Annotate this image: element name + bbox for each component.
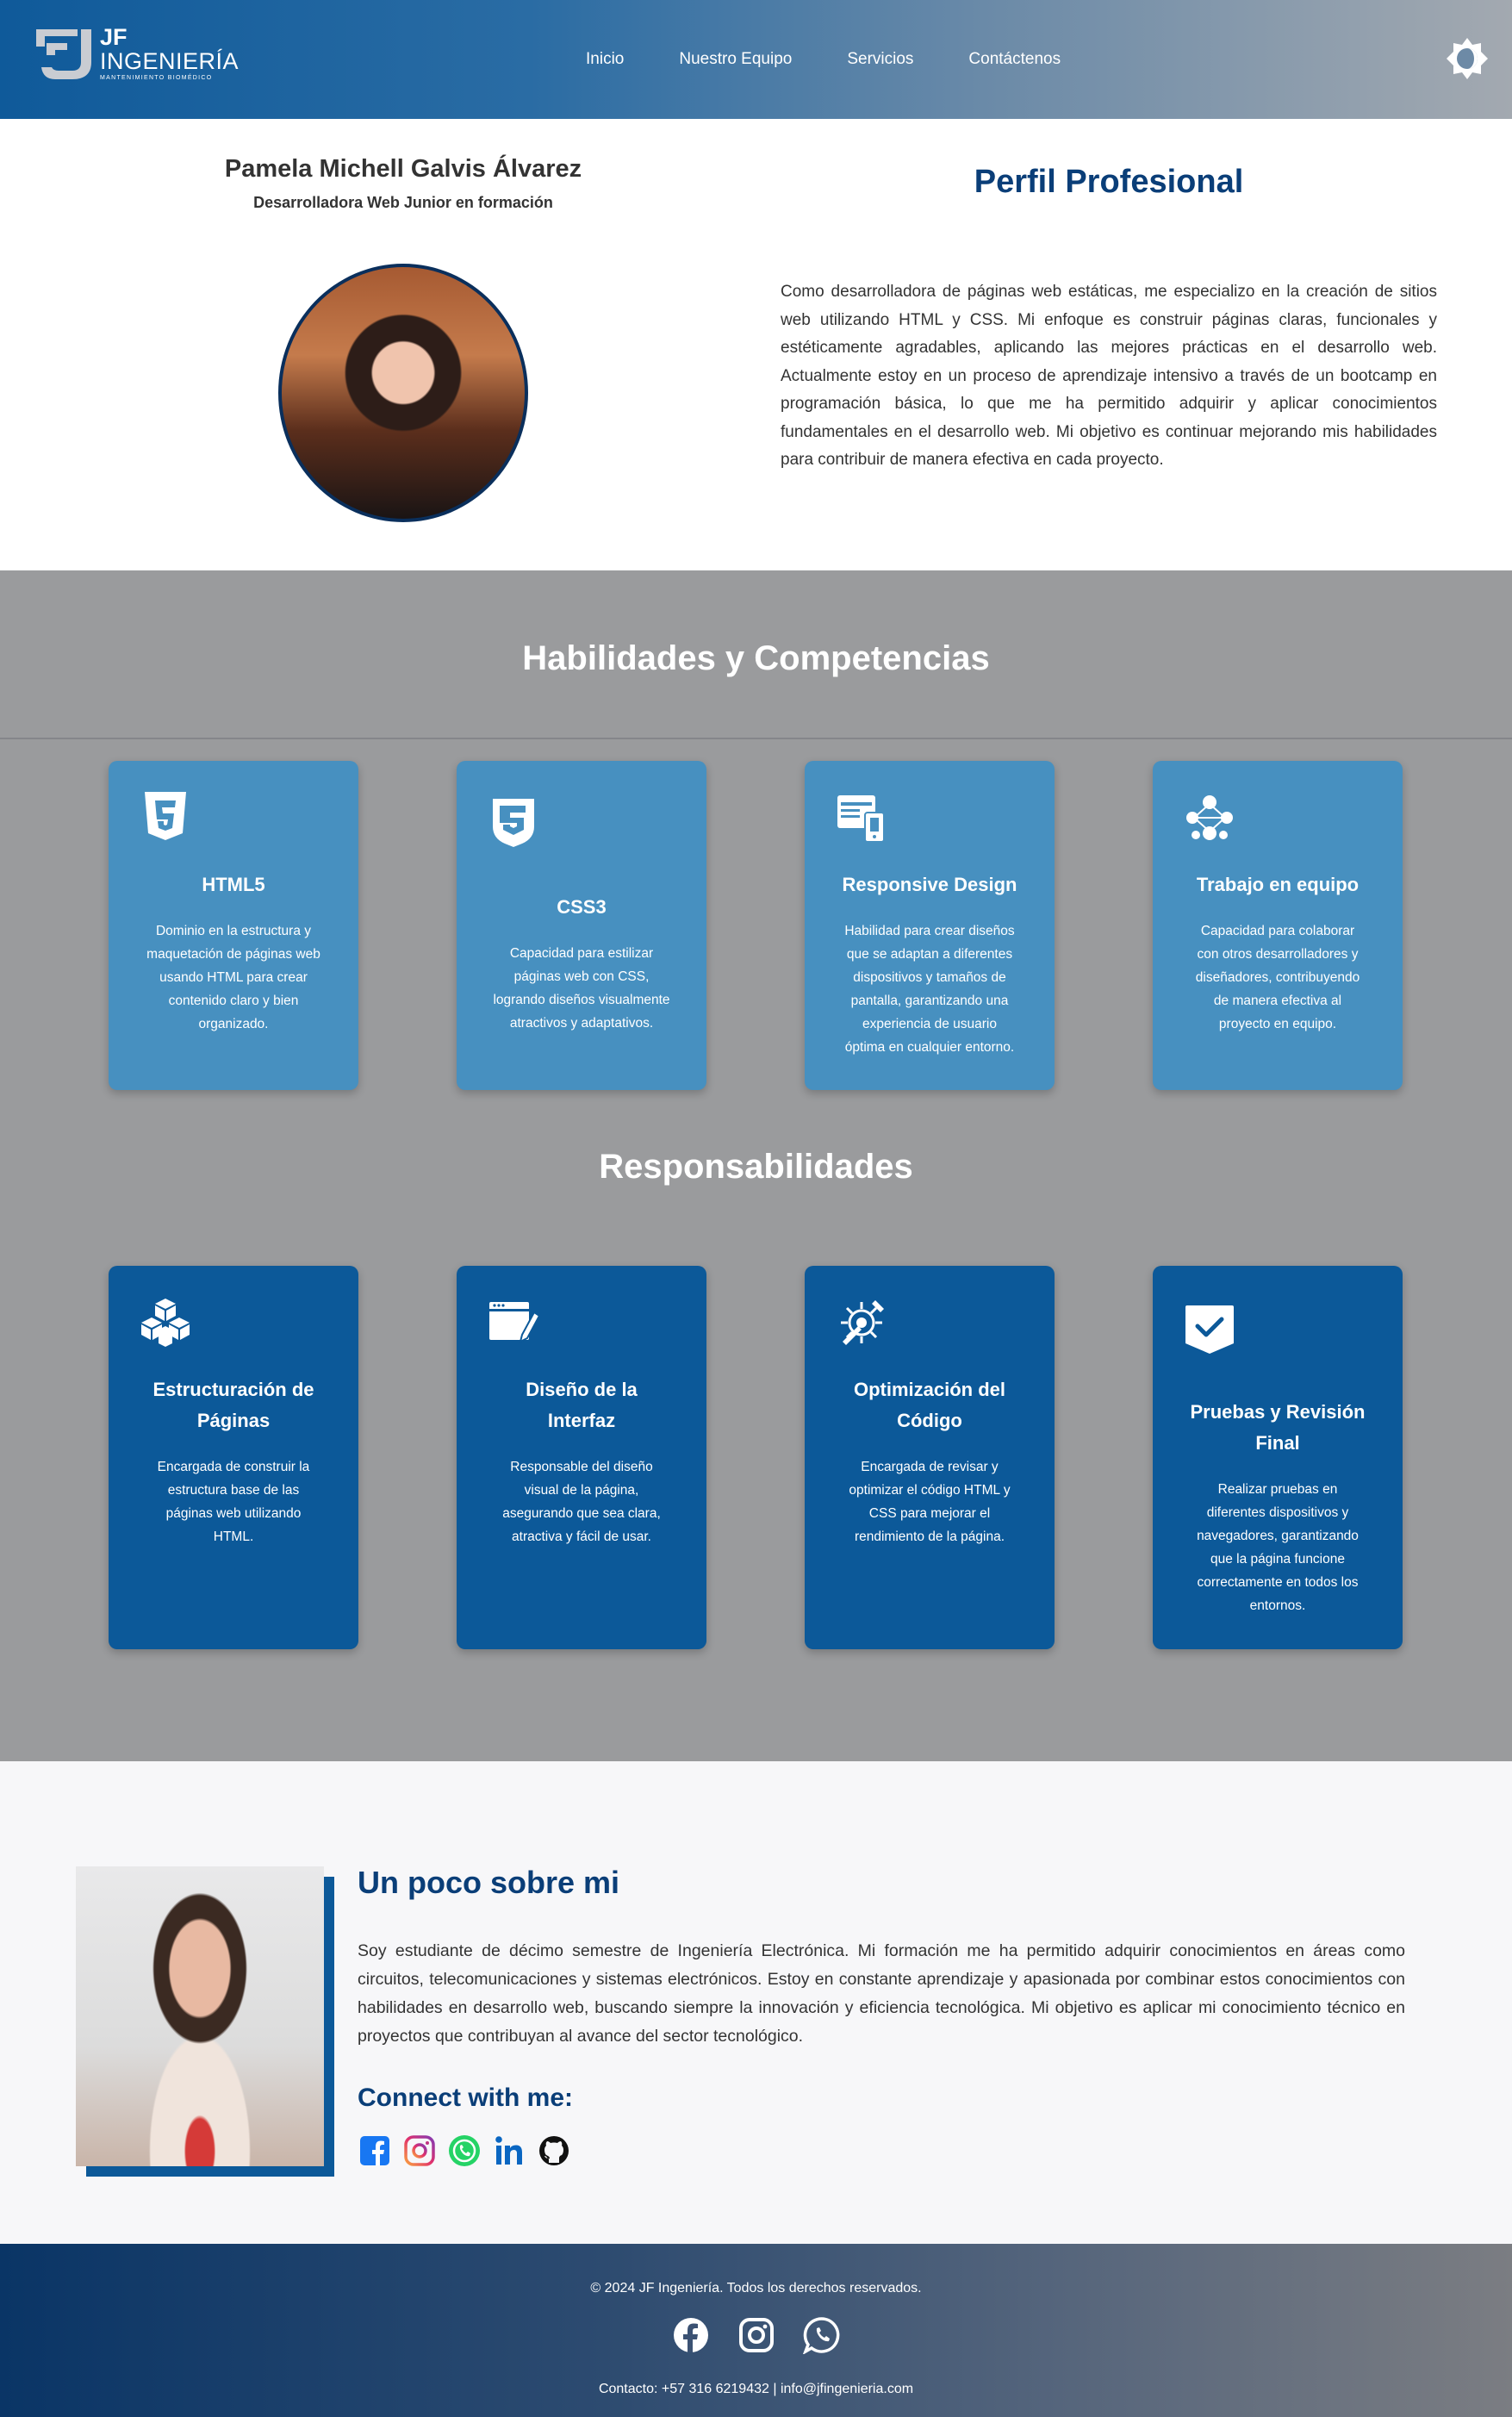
skill-card-html5: HTML5 Dominio en la estructura y maqueta… — [109, 761, 358, 1090]
skill-title: HTML5 — [202, 874, 265, 895]
footer-social — [0, 2316, 1512, 2354]
html5-icon — [145, 792, 186, 840]
resp-title: Diseño de la Interfaz — [526, 1379, 638, 1431]
github-icon[interactable] — [537, 2134, 571, 2168]
team-network-icon — [1186, 795, 1233, 840]
resp-card-optimization: Optimización del Código Encargada de rev… — [805, 1266, 1055, 1649]
skill-card-css3: CSS3 Capacidad para estilizar páginas we… — [457, 761, 706, 1090]
brightness-contrast-icon[interactable] — [1445, 36, 1490, 81]
skills-title: Habilidades y Competencias — [522, 639, 990, 677]
nav-contactenos[interactable]: Contáctenos — [968, 50, 1061, 69]
jf-logo-icon — [36, 29, 91, 79]
contact-info: Contacto: +57 316 6219432 | info@jfingen… — [598, 2382, 914, 2396]
section-divider — [0, 738, 1512, 739]
site-footer: © 2024 JF Ingeniería. Todos los derechos… — [0, 2244, 1512, 2417]
whatsapp-icon[interactable] — [802, 2316, 841, 2354]
skill-card-responsive: Responsive Design Habilidad para crear d… — [805, 761, 1055, 1090]
facebook-icon[interactable] — [358, 2134, 392, 2168]
skill-title: Trabajo en equipo — [1196, 874, 1360, 895]
about-section: Un poco sobre mi Soy estudiante de décim… — [0, 1761, 1512, 2244]
site-header: JF INGENIERÍA MANTENIMIENTO BIOMÉDICO In… — [0, 0, 1512, 119]
instagram-icon[interactable] — [402, 2134, 437, 2168]
resp-title: Estructuración de Páginas — [152, 1379, 314, 1431]
main-nav: Inicio Nuestro Equipo Servicios Contácte… — [586, 0, 1116, 119]
resp-desc: Responsable del diseño visual de la pági… — [502, 1460, 661, 1544]
copyright: © 2024 JF Ingeniería. Todos los derechos… — [590, 2281, 922, 2296]
about-photo — [76, 1866, 334, 2177]
skills-section: Habilidades y Competencias HTML5 Dominio… — [0, 570, 1512, 1761]
resp-card-testing: Pruebas y Revisión Final Realizar prueba… — [1153, 1266, 1403, 1649]
responsive-devices-icon — [837, 795, 885, 843]
skill-desc: Capacidad para colaborar con otros desar… — [1195, 924, 1360, 1031]
profile-section: Pamela Michell Galvis Álvarez Desarrolla… — [0, 119, 1512, 570]
profile-title: Perfil Profesional — [974, 164, 1244, 200]
logo-line-1: JF — [100, 24, 128, 50]
resp-card-interface: Diseño de la Interfaz Responsable del di… — [457, 1266, 706, 1649]
skill-desc: Habilidad para crear diseños que se adap… — [844, 924, 1015, 1055]
about-title: Un poco sobre mi — [358, 1865, 620, 1900]
skill-desc: Dominio en la estructura y maquetación d… — [146, 924, 320, 1031]
logo-line-2: INGENIERÍA — [100, 48, 240, 74]
browser-pencil-icon — [489, 1302, 539, 1343]
checkmark-badge-icon — [1185, 1305, 1234, 1354]
nav-servicios[interactable]: Servicios — [847, 50, 913, 69]
about-text: Soy estudiante de décimo semestre de Ing… — [358, 1941, 1405, 2046]
resp-desc: Encargada de construir la estructura bas… — [157, 1460, 310, 1544]
social-links — [358, 2134, 1405, 2168]
resp-title: Optimización del Código — [853, 1379, 1006, 1431]
profile-description: Como desarrolladora de páginas web estát… — [781, 283, 1437, 469]
resp-desc: Realizar pruebas en diferentes dispositi… — [1197, 1482, 1359, 1613]
skill-card-teamwork: Trabajo en equipo Capacidad para colabor… — [1153, 761, 1403, 1090]
logo[interactable]: JF INGENIERÍA MANTENIMIENTO BIOMÉDICO — [33, 24, 239, 83]
resp-desc: Encargada de revisar y optimizar el códi… — [849, 1460, 1011, 1544]
whatsapp-icon[interactable] — [447, 2134, 482, 2168]
resp-title: Pruebas y Revisión Final — [1190, 1401, 1366, 1454]
cubes-icon — [141, 1299, 190, 1347]
gear-wrench-icon — [841, 1300, 884, 1345]
linkedin-icon[interactable] — [492, 2134, 526, 2168]
nav-inicio[interactable]: Inicio — [586, 50, 624, 69]
facebook-icon[interactable] — [672, 2316, 710, 2354]
skill-title: CSS3 — [557, 896, 607, 918]
profile-photo — [278, 264, 528, 522]
instagram-icon[interactable] — [737, 2316, 775, 2354]
connect-title: Connect with me: — [358, 2084, 574, 2112]
skill-desc: Capacidad para estilizar páginas web con… — [493, 946, 670, 1031]
logo-tagline: MANTENIMIENTO BIOMÉDICO — [100, 75, 213, 81]
profile-role: Desarrolladora Web Junior en formación — [253, 194, 553, 211]
css3-icon — [493, 799, 534, 847]
profile-name: Pamela Michell Galvis Álvarez — [224, 155, 582, 183]
skill-title: Responsive Design — [842, 874, 1017, 895]
responsibilities-title: Responsabilidades — [599, 1148, 913, 1186]
resp-card-structure: Estructuración de Páginas Encargada de c… — [109, 1266, 358, 1649]
nav-nuestro-equipo[interactable]: Nuestro Equipo — [679, 50, 792, 69]
